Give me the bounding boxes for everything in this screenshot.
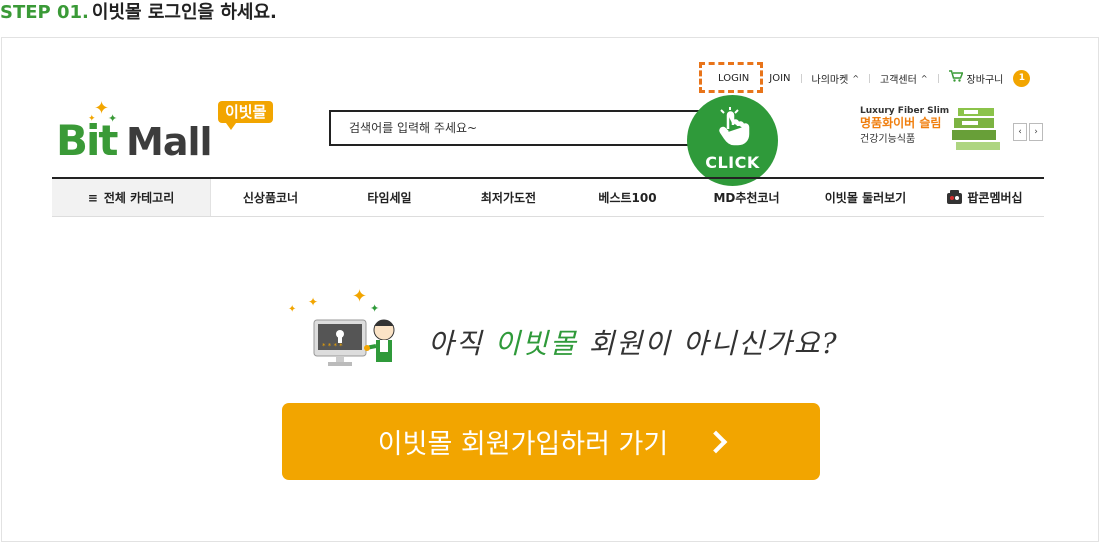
- headline-accent: 이빗몰: [494, 327, 578, 360]
- hamburger-icon: ≡: [87, 190, 98, 205]
- svg-text:✦: ✦: [370, 302, 379, 315]
- svg-text:✦: ✦: [308, 295, 318, 309]
- category-nav: ≡ 전체 카테고리 신상품코너 타임세일 최저가도전 베스트100 MD추천코너…: [52, 177, 1044, 217]
- bitmall-logo[interactable]: ✦ ✦ ✦ Bit Mall 이빗몰: [56, 98, 286, 165]
- nav-item-lowest-price[interactable]: 최저가도전: [449, 189, 568, 206]
- join-link[interactable]: JOIN: [759, 73, 800, 84]
- search-input[interactable]: 검색어를 입력해 주세요~: [329, 110, 729, 146]
- svg-text:* * * *: * * * *: [322, 342, 343, 350]
- step-title: STEP 01. 이빗몰 로그인을 하세요.: [0, 0, 277, 28]
- svg-text:✦: ✦: [288, 304, 296, 315]
- all-categories-label: 전체 카테고리: [103, 191, 175, 205]
- customer-center-label: 고객센터: [880, 74, 917, 86]
- caret-up-icon: ^: [852, 73, 860, 83]
- product-box-image: [952, 108, 1000, 150]
- nav-item-best100[interactable]: 베스트100: [568, 189, 687, 206]
- popcorn-label: 팝콘멤버십: [967, 191, 1023, 205]
- nav-item-new[interactable]: 신상품코너: [211, 189, 330, 206]
- my-market-label: 나의마켓: [811, 74, 849, 86]
- login-link[interactable]: LOGIN: [708, 73, 759, 84]
- all-categories-button[interactable]: ≡ 전체 카테고리: [52, 179, 211, 216]
- click-indicator-badge: CLICK: [687, 95, 778, 186]
- logo-mall-text: Mall: [126, 120, 213, 164]
- nav-item-browse[interactable]: 이빗몰 둘러보기: [806, 189, 925, 206]
- cart-link[interactable]: 장바구니 1: [939, 69, 1041, 87]
- nav-item-md-pick[interactable]: MD추천코너: [687, 189, 806, 206]
- pointer-hand-icon: [719, 107, 750, 146]
- svg-text:✦: ✦: [352, 286, 367, 307]
- signup-button-label: 이빗몰 회원가입하러 가기: [377, 429, 669, 460]
- not-member-headline: 아직 이빗몰 회원이 아니신가요?: [428, 322, 839, 362]
- headline-part2: 회원이 아니신가요?: [577, 327, 839, 360]
- my-market-menu[interactable]: 나의마켓 ^: [802, 71, 870, 86]
- utility-nav: LOGIN JOIN 나의마켓 ^ 고객센터 ^ 장바구니 1: [708, 69, 1040, 87]
- promo-banner[interactable]: Luxury Fiber Slim 명품화이버 슬림 건강기능식품: [860, 106, 1010, 156]
- cart-label: 장바구니: [966, 74, 1004, 86]
- login-character-illustration: ✦ ✦ ✦ ✦ * * * *: [288, 286, 395, 366]
- promo-next-button[interactable]: ›: [1029, 123, 1043, 141]
- chevron-right-icon: [704, 430, 728, 453]
- headline-part1: 아직: [428, 327, 495, 360]
- popcorn-icon: [947, 190, 963, 204]
- cart-icon: [948, 70, 964, 86]
- caret-up-icon: ^: [920, 73, 928, 83]
- logo-bit-text: Bit: [56, 116, 118, 165]
- step-number: STEP 01.: [0, 2, 89, 23]
- nav-item-timesale[interactable]: 타임세일: [330, 189, 449, 206]
- click-label: CLICK: [705, 153, 760, 172]
- promo-prev-button[interactable]: ‹: [1013, 123, 1027, 141]
- customer-center-menu[interactable]: 고객센터 ^: [870, 71, 938, 86]
- nav-item-popcorn-membership[interactable]: 팝콘멤버십: [925, 189, 1044, 206]
- step-description: 이빗몰 로그인을 하세요.: [91, 2, 277, 23]
- logo-speech-bubble: 이빗몰: [218, 101, 274, 130]
- signup-button[interactable]: 이빗몰 회원가입하러 가기: [282, 403, 820, 480]
- cart-count-badge: 1: [1013, 69, 1031, 87]
- promo-arrows: ‹ ›: [1013, 123, 1043, 141]
